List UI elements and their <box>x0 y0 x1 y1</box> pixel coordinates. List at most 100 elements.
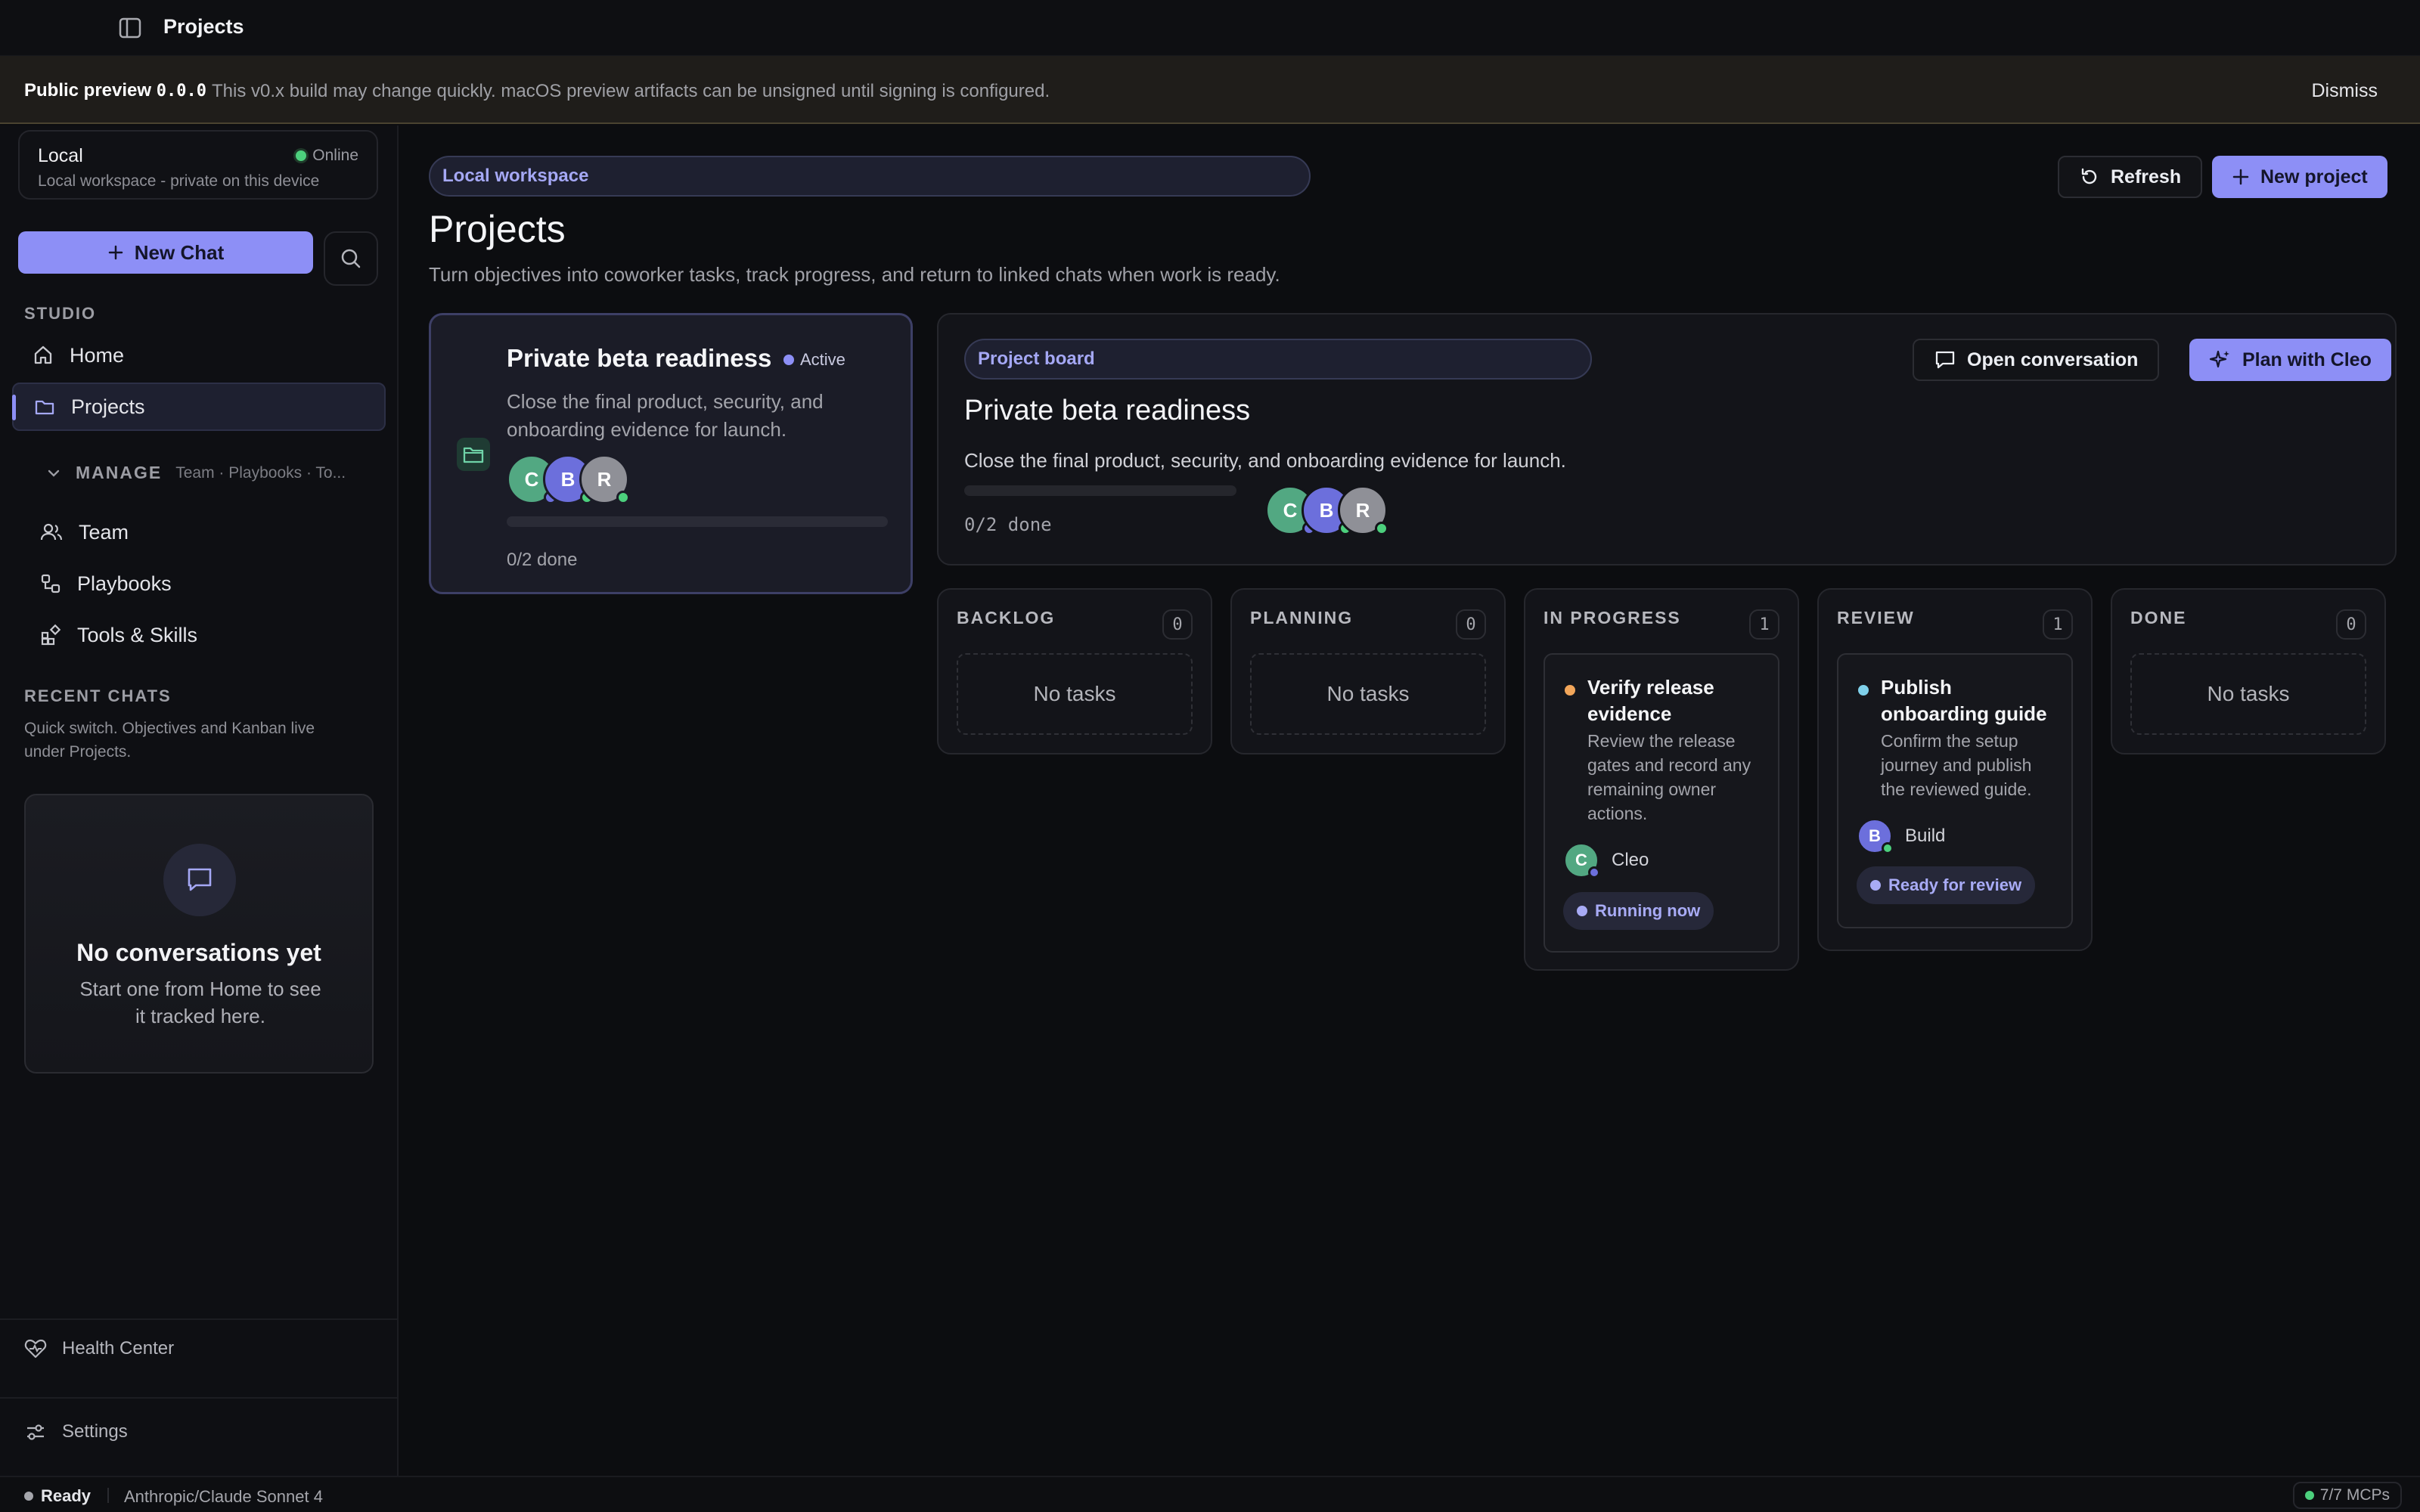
refresh-label: Refresh <box>2111 166 2182 187</box>
new-chat-label: New Chat <box>134 240 225 264</box>
avatar: C <box>1563 842 1600 878</box>
folder-icon <box>35 400 54 415</box>
kanban-column-review: REVIEW 1 Publish onboarding guide Confir… <box>1817 588 2093 951</box>
task-assignee: B Build <box>1857 818 1945 854</box>
kanban-column-in-progress: IN PROGRESS 1 Verify release evidence Re… <box>1524 588 1799 971</box>
recent-chats-label: RECENT CHATS <box>24 686 172 705</box>
manage-section-label: MANAGE <box>76 463 163 482</box>
plan-with-cleo-button[interactable]: Plan with Cleo <box>2189 339 2391 381</box>
sidebar-item-home[interactable]: Home <box>12 331 386 380</box>
chip-dot-icon <box>1577 906 1587 916</box>
column-count: 0 <box>1456 609 1486 640</box>
playbooks-icon <box>41 574 60 593</box>
search-button[interactable] <box>324 231 378 286</box>
new-project-label: New project <box>2260 166 2368 187</box>
workspace-pill: Local workspace <box>429 156 1311 197</box>
banner-version: 0.0.0 <box>156 82 206 101</box>
board-title: Private beta readiness <box>964 395 1251 426</box>
banner-message: This v0.x build may change quickly. macO… <box>212 81 1050 101</box>
presence-badge <box>1882 842 1894 854</box>
ready-status: Ready <box>24 1486 91 1506</box>
column-count: 1 <box>2043 609 2073 640</box>
workspace-description: Local workspace - private on this device <box>38 172 320 190</box>
plus-icon <box>108 245 123 260</box>
workspace-name: Local <box>38 145 83 166</box>
task-card[interactable]: Verify release evidence Review the relea… <box>1544 653 1779 953</box>
chevron-down-icon <box>48 469 60 477</box>
chip-label: Running now <box>1595 901 1701 920</box>
online-status-icon <box>296 150 307 161</box>
column-empty-state: No tasks <box>957 653 1193 735</box>
task-title: Verify release evidence <box>1587 676 1714 725</box>
sidebar: Local Online Local workspace - private o… <box>0 125 399 1476</box>
folder-icon <box>457 438 490 471</box>
avatar: B <box>1857 818 1894 854</box>
health-center-label: Health Center <box>62 1338 175 1359</box>
banner-title-label: Public preview <box>24 80 152 101</box>
status-dot-icon <box>783 355 794 365</box>
open-conversation-button[interactable]: Open conversation <box>1913 339 2160 381</box>
open-conversation-label: Open conversation <box>1967 349 2139 370</box>
project-card[interactable]: Private beta readiness Active Close the … <box>429 313 913 594</box>
sidebar-item-playbooks[interactable]: Playbooks <box>20 559 386 608</box>
task-status-chip: Running now <box>1563 892 1714 930</box>
column-title: REVIEW <box>1837 608 1915 627</box>
preview-banner: Public preview 0.0.0 This v0.x build may… <box>0 56 2420 124</box>
new-chat-button[interactable]: New Chat <box>18 231 313 274</box>
new-project-button[interactable]: New project <box>2212 156 2387 198</box>
column-title: DONE <box>2130 608 2187 627</box>
project-title: Private beta readiness <box>507 344 772 372</box>
task-description: Confirm the setup journey and publish th… <box>1881 731 2032 799</box>
column-title: PLANNING <box>1250 608 1354 627</box>
progress-bar <box>507 516 888 527</box>
task-status-chip: Ready for review <box>1857 866 2036 904</box>
search-icon <box>341 249 361 268</box>
window-title: Projects <box>163 15 244 38</box>
page-title: Projects <box>429 208 566 250</box>
sliders-icon <box>27 1424 44 1440</box>
assignee-name: Build <box>1905 826 1946 846</box>
sidebar-item-label: Playbooks <box>77 572 172 595</box>
refresh-icon <box>2081 168 2097 184</box>
sidebar-item-team[interactable]: Team <box>20 508 386 556</box>
empty-title: No conversations yet <box>76 939 321 966</box>
avatar-group: C B R <box>507 454 630 504</box>
progress-bar <box>964 485 1236 496</box>
dismiss-button[interactable]: Dismiss <box>2312 80 2378 102</box>
project-board-pill: Project board <box>964 339 1592 380</box>
settings-link[interactable]: Settings <box>24 1421 128 1442</box>
progress-label: 0/2 done <box>964 514 1052 535</box>
home-icon <box>34 345 52 364</box>
column-title: BACKLOG <box>957 608 1056 627</box>
sidebar-item-label: Team <box>79 520 129 544</box>
refresh-button[interactable]: Refresh <box>2058 156 2203 198</box>
sidebar-item-tools-skills[interactable]: Tools & Skills <box>20 611 386 659</box>
tools-icon <box>41 624 61 646</box>
sidebar-divider <box>0 1397 397 1399</box>
mcp-status[interactable]: 7/7 MCPs <box>2292 1482 2402 1509</box>
sidebar-toggle-icon[interactable] <box>118 17 142 39</box>
avatar-initial: B <box>560 467 576 491</box>
plan-with-cleo-label: Plan with Cleo <box>2242 349 2372 370</box>
task-status-dot-icon <box>1565 685 1575 696</box>
mcp-status-label: 7/7 MCPs <box>2319 1486 2390 1504</box>
column-count: 0 <box>2336 609 2366 640</box>
workspace-card[interactable]: Local Online Local workspace - private o… <box>18 130 378 200</box>
health-center-link[interactable]: Health Center <box>24 1338 174 1359</box>
manage-section-toggle[interactable]: MANAGE Team · Playbooks · To... <box>45 463 346 483</box>
sidebar-divider <box>0 1318 397 1320</box>
mcp-status-dot-icon <box>2304 1491 2314 1500</box>
sidebar-item-projects[interactable]: Projects <box>12 383 386 431</box>
avatar-initial: R <box>1355 498 1370 522</box>
status-badge: Active <box>783 350 845 370</box>
sidebar-item-label: Home <box>70 343 125 367</box>
chat-bubble-icon <box>1935 351 1955 369</box>
status-divider <box>107 1488 109 1503</box>
studio-section-label: STUDIO <box>24 304 97 323</box>
top-bar: Projects <box>0 0 2420 56</box>
column-empty-state: No tasks <box>1250 653 1486 735</box>
model-name[interactable]: Anthropic/Claude Sonnet 4 <box>124 1487 323 1507</box>
task-card[interactable]: Publish onboarding guide Confirm the set… <box>1837 653 2073 928</box>
empty-conversations-card: No conversations yet Start one from Home… <box>24 794 374 1074</box>
kanban-column-done: DONE 0 No tasks <box>2111 588 2386 754</box>
